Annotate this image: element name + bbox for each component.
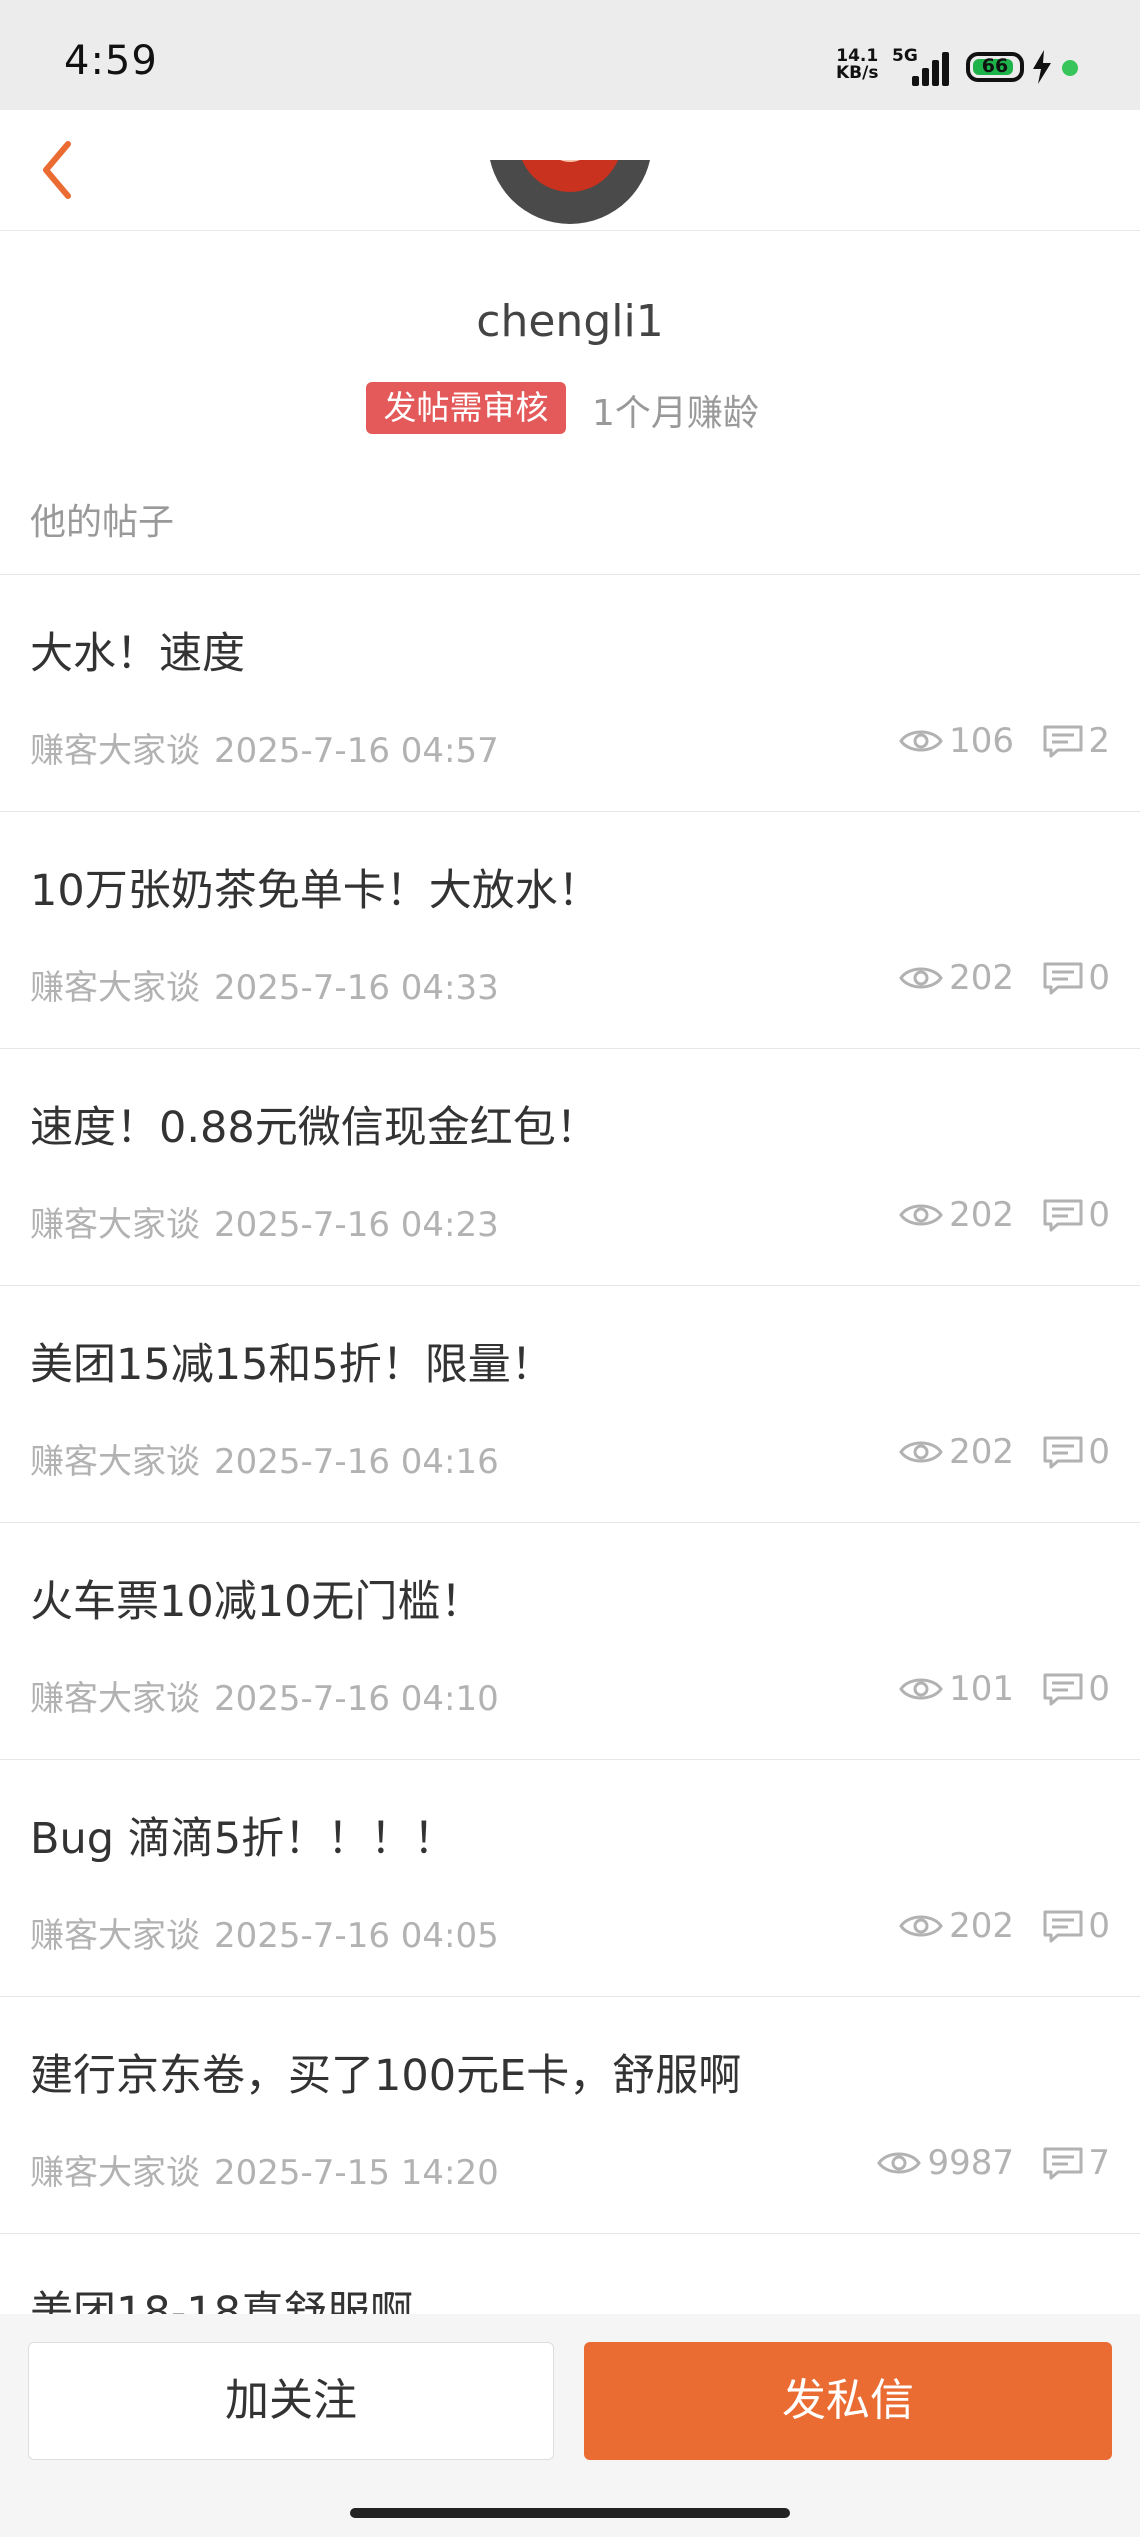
network-speed: 14.1 KB/s [836, 48, 878, 82]
post-date: 2025-7-16 04:10 [214, 1679, 499, 1719]
post-comments: 2 [1042, 721, 1110, 761]
post-meta: 赚客大家谈 2025-7-16 04:33 [30, 960, 499, 1009]
status-badge: 发帖需审核 [366, 382, 566, 434]
post-title: 美团18-18真舒服啊 [30, 2288, 413, 2314]
eye-icon [899, 1915, 943, 1937]
network-speed-unit: KB/s [836, 63, 879, 83]
post-comments: 0 [1042, 958, 1110, 998]
list-item[interactable]: 火车票10减10无门槛！ 赚客大家谈 2025-7-16 04:10 101 0 [0, 1522, 1140, 1759]
eye-icon [899, 1678, 943, 1700]
post-date: 2025-7-16 04:23 [214, 1205, 499, 1245]
bottom-action-bar: 加关注 发私信 [0, 2314, 1140, 2537]
post-views: 101 [899, 1669, 1014, 1709]
list-item[interactable]: 美团18-18真舒服啊 [0, 2233, 1140, 2314]
status-time: 4:59 [64, 38, 158, 84]
post-comments: 0 [1042, 1432, 1110, 1472]
comment-icon [1043, 1199, 1083, 1232]
comment-icon [1043, 1673, 1083, 1706]
eye-icon [899, 1441, 943, 1463]
post-title: Bug 滴滴5折！！！！ [30, 1814, 457, 1864]
comments-count: 0 [1088, 1906, 1110, 1946]
post-date: 2025-7-15 14:20 [214, 2153, 499, 2193]
post-views: 106 [899, 721, 1014, 761]
views-count: 202 [949, 1195, 1014, 1235]
post-views: 202 [899, 1195, 1014, 1235]
signal-icon [912, 50, 952, 86]
post-meta: 赚客大家谈 2025-7-16 04:57 [30, 723, 499, 772]
views-count: 106 [949, 721, 1014, 761]
list-item[interactable]: 速度！0.88元微信现金红包！ 赚客大家谈 2025-7-16 04:23 202… [0, 1048, 1140, 1285]
eye-icon [899, 967, 943, 989]
post-date: 2025-7-16 04:33 [214, 968, 499, 1008]
message-button[interactable]: 发私信 [584, 2342, 1112, 2460]
battery-level: 66 [981, 55, 1009, 77]
comment-icon [1043, 1436, 1083, 1469]
list-item[interactable]: 10万张奶茶免单卡！大放水！ 赚客大家谈 2025-7-16 04:33 202 … [0, 811, 1140, 1048]
status-bar: 4:59 14.1 KB/s 5G 66 [0, 0, 1140, 110]
views-count: 202 [949, 1906, 1014, 1946]
post-meta: 赚客大家谈 2025-7-16 04:05 [30, 1908, 499, 1957]
post-forum: 赚客大家谈 [30, 1205, 200, 1245]
comment-icon [1043, 2147, 1083, 2180]
post-meta: 赚客大家谈 2025-7-16 04:16 [30, 1434, 499, 1483]
post-list: 大水！速度 赚客大家谈 2025-7-16 04:57 106 2 10万张奶茶免… [0, 574, 1140, 2314]
post-views: 202 [899, 1432, 1014, 1472]
post-views: 202 [899, 958, 1014, 998]
avatar[interactable] [488, 160, 652, 255]
post-title: 速度！0.88元微信现金红包！ [30, 1103, 599, 1153]
views-count: 202 [949, 958, 1014, 998]
section-title: 他的帖子 [30, 502, 175, 543]
privacy-indicator-dot [1062, 60, 1078, 76]
battery-icon: 66 [966, 52, 1024, 82]
back-arrow-icon[interactable] [30, 132, 90, 208]
post-forum: 赚客大家谈 [30, 1916, 200, 1956]
comment-icon [1043, 1910, 1083, 1943]
list-item[interactable]: 建行京东卷，买了100元E卡，舒服啊 赚客大家谈 2025-7-15 14:20 … [0, 1996, 1140, 2233]
post-forum: 赚客大家谈 [30, 1442, 200, 1482]
post-meta: 赚客大家谈 2025-7-15 14:20 [30, 2145, 499, 2194]
post-comments: 7 [1042, 2143, 1110, 2183]
home-indicator[interactable] [350, 2508, 790, 2518]
post-meta: 赚客大家谈 2025-7-16 04:23 [30, 1197, 499, 1246]
post-date: 2025-7-16 04:16 [214, 1442, 499, 1482]
eye-icon [899, 1204, 943, 1226]
list-item[interactable]: 美团15减15和5折！限量！ 赚客大家谈 2025-7-16 04:16 202 … [0, 1285, 1140, 1522]
views-count: 202 [949, 1432, 1014, 1472]
post-comments: 0 [1042, 1669, 1110, 1709]
post-title: 大水！速度 [30, 629, 245, 679]
charging-icon [1033, 50, 1051, 84]
post-views: 202 [899, 1906, 1014, 1946]
comments-count: 2 [1088, 721, 1110, 761]
post-date: 2025-7-16 04:57 [214, 731, 499, 771]
comments-count: 0 [1088, 1669, 1110, 1709]
post-comments: 0 [1042, 1906, 1110, 1946]
eye-icon [899, 730, 943, 752]
post-date: 2025-7-16 04:05 [214, 1916, 499, 1956]
views-count: 101 [949, 1669, 1014, 1709]
list-item[interactable]: 大水！速度 赚客大家谈 2025-7-16 04:57 106 2 [0, 574, 1140, 811]
post-title: 美团15减15和5折！限量！ [30, 1340, 554, 1390]
post-forum: 赚客大家谈 [30, 968, 200, 1008]
comments-count: 0 [1088, 958, 1110, 998]
post-title: 10万张奶茶免单卡！大放水！ [30, 866, 601, 916]
post-forum: 赚客大家谈 [30, 1679, 200, 1719]
comment-icon [1043, 962, 1083, 995]
views-count: 9987 [927, 2143, 1014, 2183]
follow-button[interactable]: 加关注 [28, 2342, 554, 2460]
post-title: 火车票10减10无门槛！ [30, 1577, 484, 1627]
post-title: 建行京东卷，买了100元E卡，舒服啊 [30, 2051, 742, 2101]
list-item[interactable]: Bug 滴滴5折！！！！ 赚客大家谈 2025-7-16 04:05 202 0 [0, 1759, 1140, 1996]
username: chengli1 [476, 296, 664, 347]
post-forum: 赚客大家谈 [30, 2153, 200, 2193]
post-views: 9987 [877, 2143, 1014, 2183]
eye-icon [877, 2152, 922, 2174]
member-age: 1个月赚龄 [592, 393, 759, 434]
post-comments: 0 [1042, 1195, 1110, 1235]
post-forum: 赚客大家谈 [30, 731, 200, 771]
comment-icon [1043, 725, 1083, 758]
comments-count: 0 [1088, 1432, 1110, 1472]
comments-count: 0 [1088, 1195, 1110, 1235]
post-meta: 赚客大家谈 2025-7-16 04:10 [30, 1671, 499, 1720]
comments-count: 7 [1088, 2143, 1110, 2183]
